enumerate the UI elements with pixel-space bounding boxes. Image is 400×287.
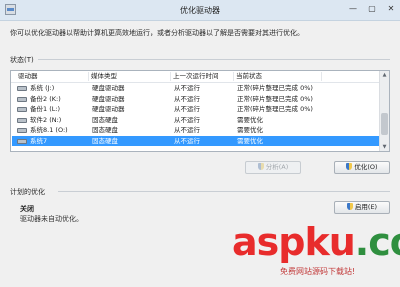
hard-drive-icon — [17, 86, 27, 91]
drive-name: 系统 (J:) — [30, 84, 55, 92]
drive-row[interactable]: 备份1 (L:) 硬盘驱动器 从不运行 正常(碎片整理已完成 0%) — [12, 104, 380, 115]
drive-status: 正常(碎片整理已完成 0%) — [237, 94, 313, 103]
column-header-status[interactable]: 当前状态 — [236, 71, 262, 82]
drive-row[interactable]: 软件2 (N:) 固态硬盘 从不运行 需要优化 — [12, 115, 380, 126]
status-divider — [38, 59, 390, 60]
drive-media-type: 硬盘驱动器 — [92, 84, 125, 92]
scheduled-optimization-label: 计划的优化 — [10, 188, 45, 196]
uac-shield-icon — [257, 163, 264, 170]
drive-media-type: 固态硬盘 — [92, 126, 118, 134]
drive-last-run: 从不运行 — [174, 115, 200, 124]
drive-last-run: 从不运行 — [174, 94, 200, 103]
hard-drive-icon — [17, 117, 27, 123]
drive-row[interactable]: 系统 (J:) 硬盘驱动器 从不运行 正常(碎片整理已完成 0%) — [12, 83, 380, 94]
drive-list-scrollbar[interactable]: ▲ ▼ — [379, 71, 389, 151]
drive-row[interactable]: 系统8.1 (O:) 固态硬盘 从不运行 需要优化 — [12, 125, 380, 136]
intro-text: 你可以优化驱动器以帮助计算机更高效地运行，或者分析驱动器以了解是否需要对其进行优… — [10, 29, 304, 37]
hard-drive-icon — [17, 96, 27, 102]
analyze-button-label: 分析(A) — [265, 163, 289, 171]
optimize-button[interactable]: 优化(O) — [334, 161, 390, 174]
drive-status: 需要优化 — [237, 115, 263, 124]
schedule-divider — [58, 191, 390, 192]
drive-list[interactable]: 驱动器 媒体类型 上一次运行时间 当前状态 系统 (J:) 硬盘驱动器 从不运行… — [10, 70, 390, 152]
enable-button[interactable]: 启用(E) — [334, 201, 390, 214]
drive-name: 系统8.1 (O:) — [30, 126, 68, 134]
watermark-tagline: 免费网站源码下载站! — [280, 267, 356, 276]
hard-drive-icon — [17, 107, 27, 112]
column-header-media-type[interactable]: 媒体类型 — [91, 71, 117, 82]
minimize-button[interactable]: — — [348, 4, 358, 14]
drive-name: 系统7 — [30, 136, 48, 145]
maximize-button[interactable]: ▢ — [367, 4, 377, 14]
close-button[interactable]: ✕ — [386, 4, 396, 14]
drive-media-type: 固态硬盘 — [92, 115, 118, 124]
drive-status: 正常(碎片整理已完成 0%) — [237, 105, 313, 113]
drive-last-run: 从不运行 — [174, 136, 200, 145]
drive-row-selected[interactable]: 系统7 固态硬盘 从不运行 需要优化 — [12, 135, 380, 146]
optimize-drives-window: 优化驱动器 — ▢ ✕ 你可以优化驱动器以帮助计算机更高效地运行，或者分析驱动器… — [0, 0, 400, 287]
drive-row[interactable]: 备份2 (K:) 硬盘驱动器 从不运行 正常(碎片整理已完成 0%) — [12, 94, 380, 105]
drive-media-type: 硬盘驱动器 — [92, 105, 125, 113]
window-title: 优化驱动器 — [180, 6, 220, 15]
schedule-description: 驱动器未自动优化。 — [20, 215, 83, 223]
drive-name: 备份2 (K:) — [30, 94, 61, 103]
drive-last-run: 从不运行 — [174, 105, 200, 113]
hard-drive-icon — [17, 128, 27, 133]
status-section-label: 状态(T) — [10, 56, 34, 64]
schedule-state: 关闭 — [20, 205, 34, 213]
enable-button-label: 启用(E) — [354, 203, 378, 211]
hard-drive-icon — [17, 138, 27, 144]
optimize-button-label: 优化(O) — [354, 163, 378, 171]
uac-shield-icon — [346, 163, 353, 170]
drive-status: 正常(碎片整理已完成 0%) — [237, 84, 313, 92]
title-bar: 优化驱动器 — ▢ ✕ — [0, 0, 400, 21]
drive-media-type: 硬盘驱动器 — [92, 94, 125, 103]
analyze-button[interactable]: 分析(A) — [245, 161, 301, 174]
column-header-last-run[interactable]: 上一次运行时间 — [173, 71, 219, 82]
drive-last-run: 从不运行 — [174, 126, 200, 134]
scroll-up-arrow-icon[interactable]: ▲ — [380, 71, 389, 79]
column-header-drive[interactable]: 驱动器 — [18, 71, 38, 82]
drive-name: 备份1 (L:) — [30, 105, 61, 113]
scroll-down-arrow-icon[interactable]: ▼ — [380, 143, 389, 151]
drive-list-header: 驱动器 媒体类型 上一次运行时间 当前状态 — [11, 71, 381, 83]
scrollbar-thumb[interactable] — [381, 113, 388, 135]
watermark-logo: aspku.com — [232, 220, 400, 264]
drive-media-type: 固态硬盘 — [92, 136, 118, 145]
drive-status: 需要优化 — [237, 126, 263, 134]
drive-last-run: 从不运行 — [174, 84, 200, 92]
uac-shield-icon — [346, 203, 353, 210]
drive-status: 需要优化 — [237, 136, 263, 145]
drive-name: 软件2 (N:) — [30, 115, 62, 124]
